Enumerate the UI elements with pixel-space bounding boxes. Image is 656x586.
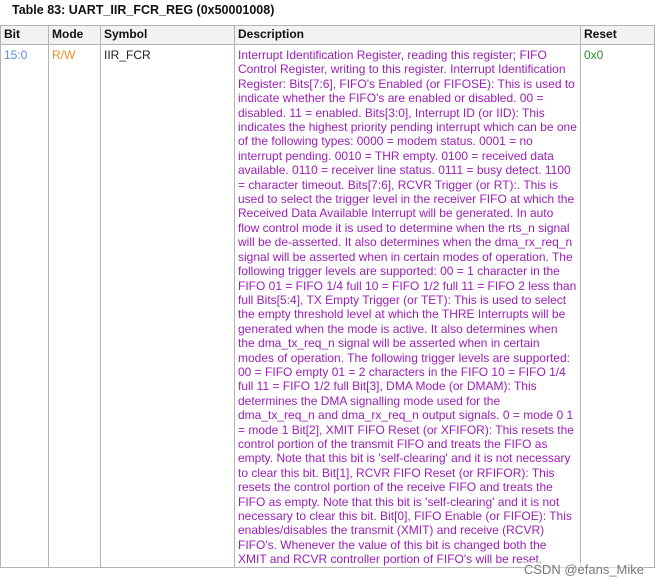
table-header-row: Bit Mode Symbol Description Reset (0, 25, 655, 45)
table-row: 15:0 R/W IIR_FCR Interrupt Identificatio… (0, 44, 655, 568)
cell-symbol: IIR_FCR (100, 44, 235, 568)
column-header-reset: Reset (580, 25, 655, 45)
table-caption: Table 83: UART_IIR_FCR_REG (0x50001008) (12, 3, 275, 17)
column-header-bit: Bit (0, 25, 49, 45)
cell-bit: 15:0 (0, 44, 49, 568)
watermark-text: CSDN @efans_Mike (523, 562, 644, 578)
column-header-description: Description (234, 25, 581, 45)
cell-description: Interrupt Identification Register, readi… (234, 44, 581, 568)
register-table: Bit Mode Symbol Description Reset 15:0 R… (0, 25, 655, 568)
cell-mode: R/W (48, 44, 101, 568)
cell-reset: 0x0 (580, 44, 655, 568)
column-header-mode: Mode (48, 25, 101, 45)
column-header-symbol: Symbol (100, 25, 235, 45)
